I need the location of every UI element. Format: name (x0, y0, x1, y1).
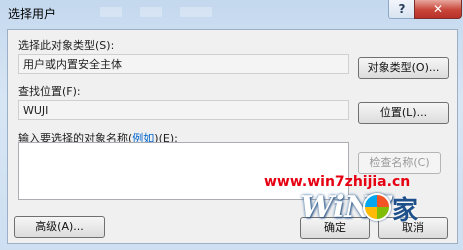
background-tab-ghost (180, 7, 212, 17)
window-title: 选择用户 (8, 7, 57, 21)
object-type-field: 用户或内置安全主体 (18, 54, 349, 74)
watermark-logo-char: 家 (392, 196, 419, 226)
title-bar[interactable]: 选择用户 ? ✕ (0, 0, 463, 26)
dialog-window: 选择用户 ? ✕ 选择此对象类型(S): 用户或内置安全主体 对象类型(O)..… (0, 0, 463, 250)
background-tab-ghost (100, 7, 122, 17)
help-icon: ? (398, 2, 406, 16)
help-button[interactable]: ? (388, 0, 416, 19)
close-button[interactable]: ✕ (414, 0, 462, 19)
object-type-label: 选择此对象类型(S): (18, 39, 115, 52)
watermark-url: www.win7zhijia.cn (264, 174, 411, 190)
location-field: WUJI (18, 100, 349, 120)
advanced-button[interactable]: 高级(A)... (14, 216, 105, 238)
locations-button[interactable]: 位置(L)... (358, 102, 449, 124)
object-types-button[interactable]: 对象类型(O)... (358, 57, 449, 79)
background-tab-ghost (140, 7, 162, 17)
check-names-button[interactable]: 检查名称(C) (358, 152, 441, 174)
location-label: 查找位置(F): (18, 85, 81, 98)
windows-flag-icon (363, 193, 391, 221)
close-icon: ✕ (432, 2, 444, 16)
